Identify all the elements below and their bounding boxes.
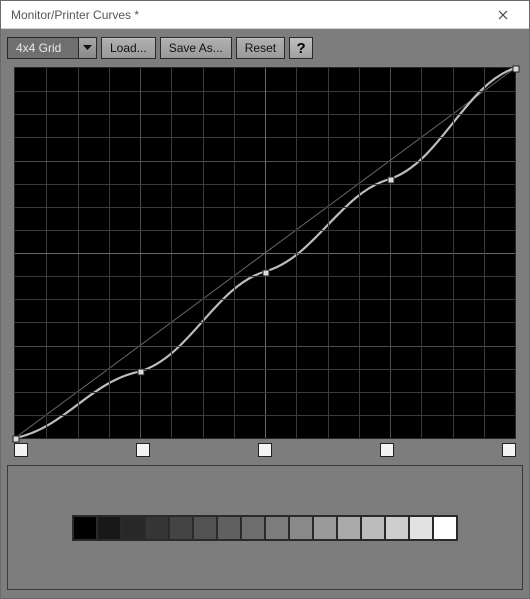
grid-line <box>296 68 297 438</box>
axis-tick[interactable] <box>14 443 28 457</box>
reset-button[interactable]: Reset <box>236 37 285 59</box>
grid-line <box>15 369 515 370</box>
grid-line <box>15 346 515 347</box>
help-icon: ? <box>297 40 306 57</box>
axis-tick-row <box>14 443 516 457</box>
axis-tick[interactable] <box>258 443 272 457</box>
grid-line <box>15 253 515 254</box>
gray-swatch[interactable] <box>313 516 337 540</box>
gray-swatch[interactable] <box>265 516 289 540</box>
curve-node[interactable] <box>138 369 145 376</box>
toolbar: 4x4 Grid Load... Save As... Reset ? <box>7 35 523 61</box>
gray-swatch[interactable] <box>241 516 265 540</box>
grid-line <box>359 68 360 438</box>
gray-swatch[interactable] <box>433 516 457 540</box>
gray-swatch[interactable] <box>217 516 241 540</box>
chevron-down-icon <box>78 38 96 58</box>
gray-swatch[interactable] <box>337 516 361 540</box>
window-title: Monitor/Printer Curves * <box>11 8 483 22</box>
gray-swatch[interactable] <box>385 516 409 540</box>
grid-line <box>15 392 515 393</box>
save-as-button[interactable]: Save As... <box>160 37 232 59</box>
gray-swatch[interactable] <box>121 516 145 540</box>
grid-line <box>15 415 515 416</box>
curve-node[interactable] <box>388 177 395 184</box>
curve-node[interactable] <box>263 269 270 276</box>
curve-node[interactable] <box>513 66 520 73</box>
grid-line <box>15 322 515 323</box>
axis-tick[interactable] <box>136 443 150 457</box>
gray-swatch[interactable] <box>361 516 385 540</box>
grid-line <box>15 276 515 277</box>
gray-swatch[interactable] <box>193 516 217 540</box>
window: Monitor/Printer Curves * 4x4 Grid Load..… <box>0 0 530 599</box>
grid-line <box>328 68 329 438</box>
curve-grid[interactable] <box>14 67 516 439</box>
gray-swatch[interactable] <box>409 516 433 540</box>
curve-editor <box>14 67 516 457</box>
gray-swatch[interactable] <box>73 516 97 540</box>
close-icon <box>498 10 508 20</box>
grid-line <box>484 68 485 438</box>
swatch-strip <box>72 515 458 541</box>
grid-line <box>390 68 391 438</box>
axis-tick[interactable] <box>502 443 516 457</box>
help-button[interactable]: ? <box>289 37 313 59</box>
grid-line <box>15 299 515 300</box>
client-area: 4x4 Grid Load... Save As... Reset ? <box>1 29 529 598</box>
curve-node[interactable] <box>13 436 20 443</box>
grid-line <box>421 68 422 438</box>
gray-swatch[interactable] <box>97 516 121 540</box>
titlebar: Monitor/Printer Curves * <box>1 1 529 29</box>
grid-size-label: 4x4 Grid <box>8 38 78 58</box>
swatch-panel <box>7 465 523 590</box>
gray-swatch[interactable] <box>145 516 169 540</box>
grid-size-dropdown[interactable]: 4x4 Grid <box>7 37 97 59</box>
axis-tick[interactable] <box>380 443 394 457</box>
load-button[interactable]: Load... <box>101 37 156 59</box>
gray-swatch[interactable] <box>289 516 313 540</box>
close-button[interactable] <box>483 2 523 28</box>
gray-swatch[interactable] <box>169 516 193 540</box>
grid-line <box>453 68 454 438</box>
